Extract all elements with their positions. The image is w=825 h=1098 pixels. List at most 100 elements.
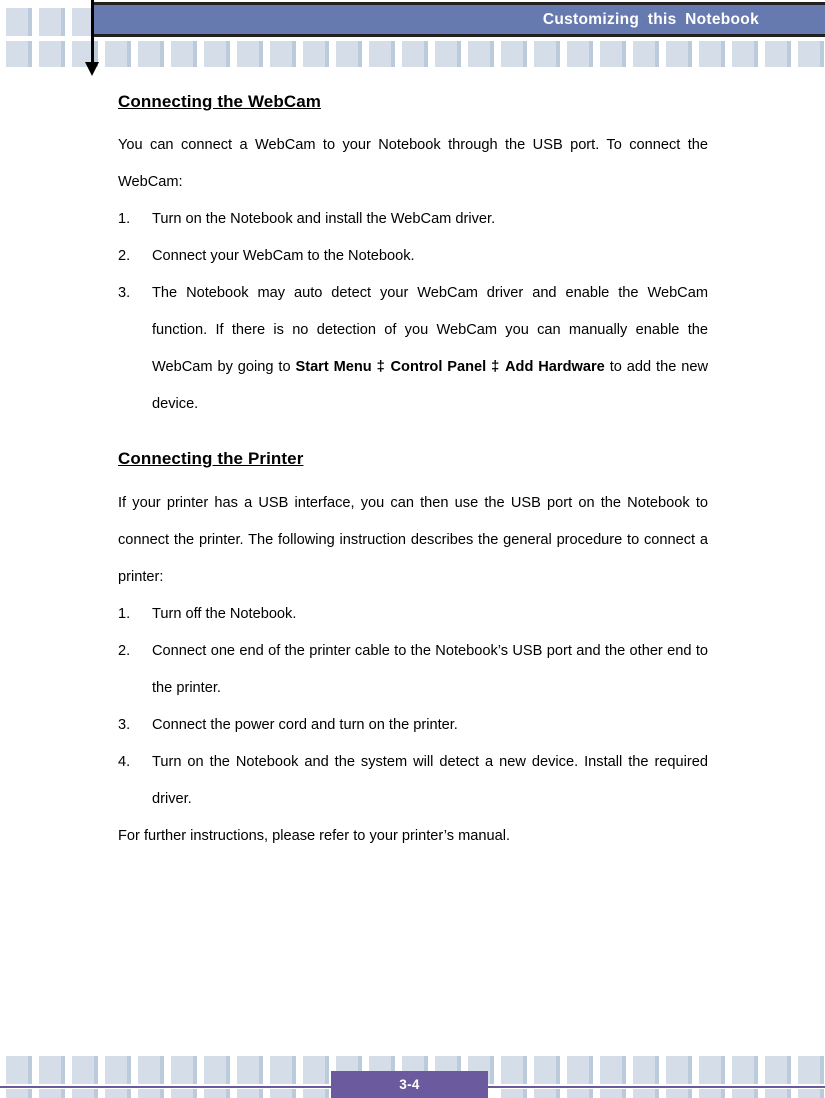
document-body: Connecting the WebCam You can connect a … <box>118 92 708 855</box>
list-item-number: 3. <box>118 716 131 733</box>
decorative-square <box>534 1089 560 1098</box>
list-item-number: 4. <box>118 753 131 770</box>
list-item-text: Connect one end of the printer cable to … <box>152 642 708 696</box>
decorative-square <box>204 1056 230 1084</box>
section-closing-printer: For further instructions, please refer t… <box>118 827 511 844</box>
down-arrow-icon <box>85 62 99 76</box>
list-item-text: Turn on the Notebook and install the Web… <box>152 211 496 228</box>
section-intro-webcam: You can connect a WebCam to your Noteboo… <box>118 137 708 191</box>
page-header-title: Customizing this Notebook <box>542 10 759 28</box>
decorative-square <box>303 41 329 67</box>
decorative-square <box>303 1056 329 1084</box>
decorative-square <box>468 41 494 67</box>
decorative-square <box>270 1089 296 1098</box>
decorative-square <box>666 1089 692 1098</box>
section-intro-printer: If your printer has a USB interface, you… <box>118 494 708 585</box>
list-item-number: 2. <box>118 642 131 659</box>
decorative-square <box>204 41 230 67</box>
list-item-number: 2. <box>118 248 131 265</box>
decorative-square <box>633 41 659 67</box>
decorative-square <box>72 1056 98 1084</box>
decorative-square <box>798 41 824 67</box>
decorative-square <box>336 41 362 67</box>
ui-path-start-menu: Start Menu ‡ <box>295 359 386 376</box>
decorative-square <box>666 41 692 67</box>
decorative-square <box>270 1056 296 1084</box>
decorative-square <box>501 41 527 67</box>
section-heading-printer: Connecting the Printer <box>118 449 304 469</box>
decorative-square <box>369 41 395 67</box>
decorative-square <box>105 1089 131 1098</box>
decorative-square <box>6 8 32 36</box>
decorative-square <box>765 1056 791 1084</box>
decorative-square <box>732 1089 758 1098</box>
list-item-number: 3. <box>118 285 131 302</box>
list-item-text: The Notebook may auto detect your WebCam… <box>152 285 708 412</box>
decorative-square <box>171 41 197 67</box>
list-item: 2. Connect your WebCam to the Notebook. <box>118 238 708 275</box>
decorative-square <box>501 1056 527 1084</box>
list-item: 3. The Notebook may auto detect your Web… <box>118 275 708 423</box>
decorative-square <box>435 41 461 67</box>
list-item: 3. Connect the power cord and turn on th… <box>118 707 708 744</box>
decorative-square <box>105 1056 131 1084</box>
decorative-square <box>303 1089 329 1098</box>
decorative-square <box>204 1089 230 1098</box>
decorative-square <box>39 41 65 67</box>
decorative-square <box>765 41 791 67</box>
decorative-square <box>270 41 296 67</box>
decorative-square <box>6 1056 32 1084</box>
section-printer: Connecting the Printer If your printer h… <box>118 449 708 854</box>
decorative-square <box>6 1089 32 1098</box>
list-item-text: Turn on the Notebook and the system will… <box>152 753 708 807</box>
bottom-decoration-band: 3-4 <box>0 1050 825 1098</box>
decorative-square <box>600 1056 626 1084</box>
decorative-square <box>732 41 758 67</box>
decorative-square <box>39 1089 65 1098</box>
decorative-square <box>765 1089 791 1098</box>
decorative-square <box>666 1056 692 1084</box>
decorative-square <box>237 41 263 67</box>
ui-path-control-panel: Control Panel ‡ <box>390 359 501 376</box>
list-item-number: 1. <box>118 605 131 622</box>
decorative-square <box>171 1089 197 1098</box>
page-header-band: Customizing this Notebook <box>92 2 825 37</box>
decorative-square <box>534 41 560 67</box>
list-item: 1. Turn off the Notebook. <box>118 596 708 633</box>
list-item: 1. Turn on the Notebook and install the … <box>118 201 708 238</box>
decorative-square <box>732 1056 758 1084</box>
decorative-square <box>138 1056 164 1084</box>
decorative-square <box>237 1056 263 1084</box>
list-item-text: Connect your WebCam to the Notebook. <box>152 248 415 265</box>
section-webcam: Connecting the WebCam You can connect a … <box>118 92 708 423</box>
decorative-square <box>501 1089 527 1098</box>
decorative-square <box>72 1089 98 1098</box>
decorative-square <box>633 1056 659 1084</box>
list-item: 4. Turn on the Notebook and the system w… <box>118 744 708 818</box>
decorative-square <box>171 1056 197 1084</box>
decorative-square <box>534 1056 560 1084</box>
top-decoration-band: Customizing this Notebook <box>0 0 825 76</box>
decorative-square <box>600 1089 626 1098</box>
decorative-square <box>567 1056 593 1084</box>
decorative-square <box>138 1089 164 1098</box>
section-heading-webcam: Connecting the WebCam <box>118 92 321 111</box>
decorative-square <box>633 1089 659 1098</box>
list-item-number: 1. <box>118 211 131 228</box>
decorative-square <box>105 41 131 67</box>
decorative-square <box>39 1056 65 1084</box>
decorative-square <box>798 1056 824 1084</box>
decorative-square <box>237 1089 263 1098</box>
decorative-square <box>600 41 626 67</box>
decorative-square <box>699 1056 725 1084</box>
decorative-square <box>567 1089 593 1098</box>
page-number-badge: 3-4 <box>331 1071 488 1098</box>
decorative-square <box>6 41 32 67</box>
decorative-square <box>699 41 725 67</box>
steps-list-webcam: 1. Turn on the Notebook and install the … <box>118 201 708 423</box>
pointer-line <box>91 0 94 64</box>
decorative-square <box>699 1089 725 1098</box>
steps-list-printer: 1. Turn off the Notebook. 2. Connect one… <box>118 596 708 818</box>
ui-path-add-hardware: Add Hardware <box>505 359 605 376</box>
